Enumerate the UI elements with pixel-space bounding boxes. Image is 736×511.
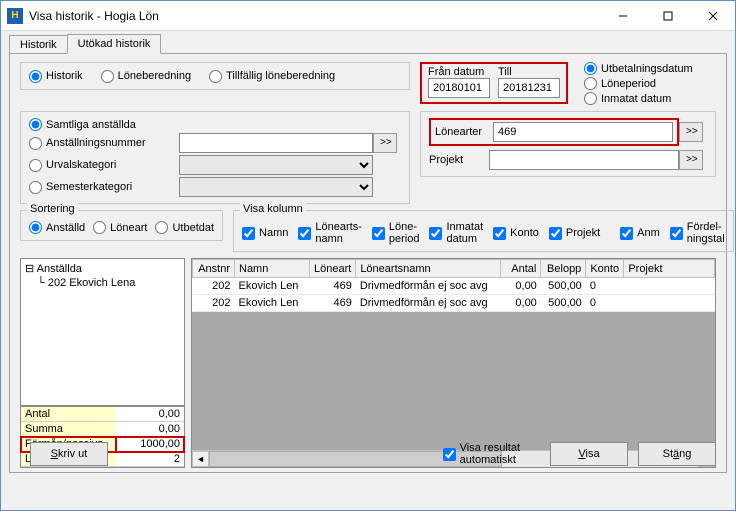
employee-tree[interactable]: ⊟ Anställda └ 202 Ekovich Lena <box>20 258 185 406</box>
col-antal[interactable]: Antal <box>501 260 541 278</box>
check-namn[interactable]: Namn <box>242 227 288 240</box>
tab-strip: Historik Utökad historik <box>9 31 727 53</box>
visa-button[interactable]: Visa <box>550 442 628 466</box>
semesterkategori-select[interactable] <box>179 177 373 197</box>
check-konto[interactable]: Konto <box>493 227 539 240</box>
stang-button[interactable]: Stäng <box>638 442 716 466</box>
col-loneartsnamn[interactable]: Löneartsnamn <box>356 260 501 278</box>
projekt-go-button[interactable]: >> <box>679 150 703 170</box>
minimize-button[interactable] <box>600 1 645 30</box>
result-grid[interactable]: Anstnr Namn Löneart Löneartsnamn Antal B… <box>191 258 716 468</box>
radio-sort-utbetdat[interactable]: Utbetdat <box>155 221 214 234</box>
radio-inmatat-datum[interactable]: Inmatat datum <box>584 92 693 105</box>
radio-samtliga[interactable]: Samtliga anställda <box>29 118 179 131</box>
check-loneartsnamn[interactable]: Lönearts- namn <box>298 221 361 245</box>
tab-utokad-historik[interactable]: Utökad historik <box>67 34 162 54</box>
radio-loneperiod[interactable]: Löneperiod <box>584 77 693 90</box>
tab-panel: Historik Löneberedning Tillfällig lönebe… <box>9 53 727 473</box>
radio-sort-loneart[interactable]: Löneart <box>93 221 147 234</box>
tab-historik[interactable]: Historik <box>9 35 68 54</box>
tree-root[interactable]: ⊟ Anställda <box>23 261 182 276</box>
to-date-label: Till <box>498 66 560 78</box>
col-anstnr[interactable]: Anstnr <box>193 260 235 278</box>
maximize-button[interactable] <box>645 1 690 30</box>
projekt-label: Projekt <box>429 154 489 166</box>
radio-anstallningsnummer[interactable]: Anställningsnummer <box>29 137 179 150</box>
radio-tillfallig[interactable]: Tillfällig löneberedning <box>209 70 335 83</box>
projekt-input[interactable] <box>489 150 679 170</box>
lonearter-label: Lönearter <box>435 126 487 138</box>
col-loneart[interactable]: Löneart <box>310 260 356 278</box>
summary-row-summa: Summa0,00 <box>21 422 184 437</box>
col-projekt[interactable]: Projekt <box>624 260 715 278</box>
check-visa-resultat-automatiskt[interactable]: Visa resultat automatiskt <box>443 442 520 466</box>
col-konto[interactable]: Konto <box>586 260 624 278</box>
check-projekt[interactable]: Projekt <box>549 227 600 240</box>
radio-semesterkategori[interactable]: Semesterkategori <box>29 181 179 194</box>
skriv-ut-button[interactable]: Skriv ut <box>30 442 108 466</box>
col-namn[interactable]: Namn <box>235 260 310 278</box>
sortering-title: Sortering <box>27 203 78 215</box>
to-date-input[interactable] <box>498 78 560 98</box>
radio-urvalskategori[interactable]: Urvalskategori <box>29 159 179 172</box>
from-date-input[interactable] <box>428 78 490 98</box>
check-loneperiod[interactable]: Löne- period <box>372 221 420 245</box>
check-inmatat-datum[interactable]: Inmatat datum <box>429 221 483 245</box>
col-belopp[interactable]: Belopp <box>541 260 586 278</box>
tree-item[interactable]: └ 202 Ekovich Lena <box>23 276 182 290</box>
anstallningsnummer-input[interactable] <box>179 133 373 153</box>
table-row[interactable]: 202Ekovich Len469Drivmedförmån ej soc av… <box>193 278 715 295</box>
urvalskategori-select[interactable] <box>179 155 373 175</box>
lonearter-go-button[interactable]: >> <box>679 122 703 142</box>
radio-sort-anstalld[interactable]: Anställd <box>29 221 85 234</box>
lonearter-input[interactable] <box>493 122 673 142</box>
app-window: H Visa historik - Hogia Lön Historik Utö… <box>0 0 736 511</box>
window-title: Visa historik - Hogia Lön <box>29 9 600 23</box>
check-fordelningstal[interactable]: Fördel- ningstal <box>670 221 725 245</box>
close-button[interactable] <box>690 1 735 30</box>
titlebar: H Visa historik - Hogia Lön <box>1 1 735 31</box>
anstallningsnummer-go-button[interactable]: >> <box>373 133 397 153</box>
visa-kolumn-title: Visa kolumn <box>240 203 306 215</box>
check-anm[interactable]: Anm <box>620 227 660 240</box>
app-icon: H <box>7 8 23 24</box>
radio-utbetalningsdatum[interactable]: Utbetalningsdatum <box>584 62 693 75</box>
radio-loneberedning[interactable]: Löneberedning <box>101 70 191 83</box>
table-row[interactable]: 202Ekovich Len469Drivmedförmån ej soc av… <box>193 295 715 312</box>
from-date-label: Från datum <box>428 66 490 78</box>
summary-row-antal: Antal0,00 <box>21 407 184 422</box>
radio-historik[interactable]: Historik <box>29 70 83 83</box>
